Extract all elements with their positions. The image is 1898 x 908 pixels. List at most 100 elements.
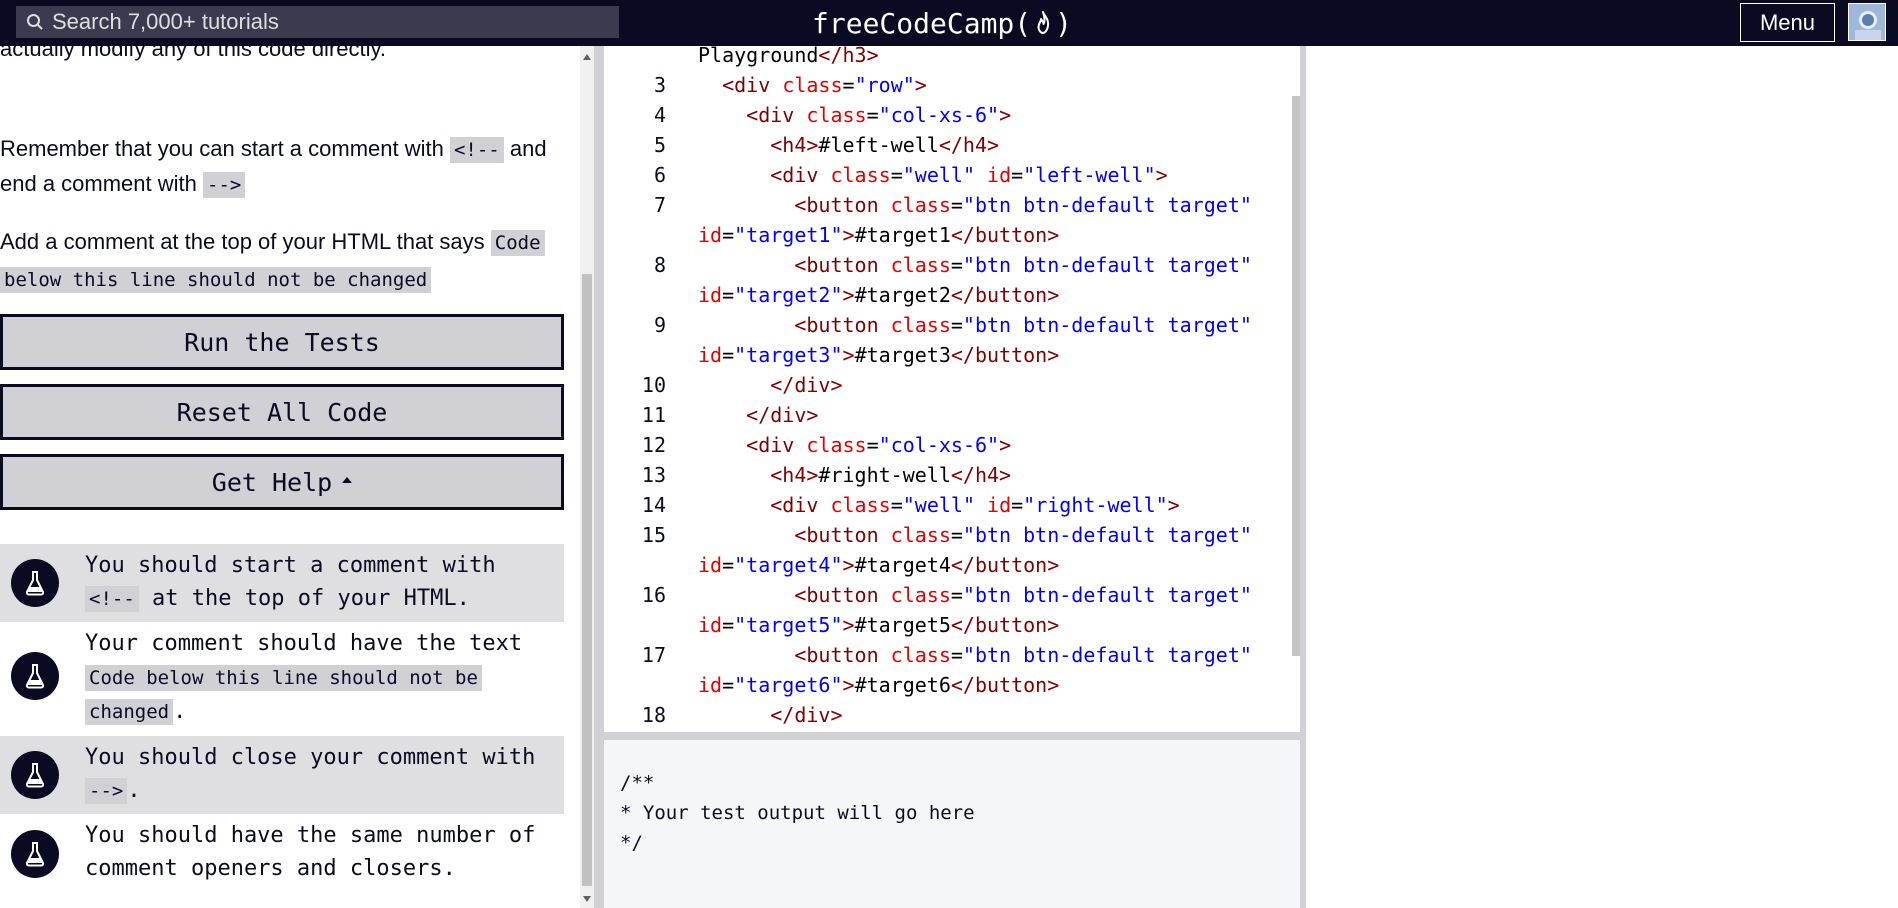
test-2-code-a: Code below this line should not be	[85, 665, 482, 691]
code-text[interactable]: <button class="btn btn-default target"	[698, 640, 1252, 670]
run-tests-button[interactable]: Run the Tests	[0, 314, 564, 370]
brand-logo[interactable]: freeCodeCamp( )	[812, 4, 1072, 42]
code-line[interactable]: id="target6">#target6</button>	[604, 670, 1294, 700]
test-output-console: /** * Your test output will go here */	[604, 740, 1300, 908]
code-text[interactable]: id="target4">#target4</button>	[698, 550, 1059, 580]
code-text[interactable]: <h4>#right-well</h4>	[698, 460, 1011, 490]
search-bar[interactable]	[16, 6, 619, 38]
editor-output-resizer[interactable]	[604, 732, 1300, 740]
code-text[interactable]: <button class="btn btn-default target"	[698, 310, 1252, 340]
search-icon	[26, 13, 44, 31]
scroll-down-arrow-icon[interactable]	[583, 896, 591, 902]
get-help-button[interactable]: Get Help	[0, 454, 564, 510]
code-line[interactable]: 16 <button class="btn btn-default target…	[604, 580, 1294, 610]
p1-text-c: end a comment with	[0, 171, 197, 196]
code-line[interactable]: 11 </div>	[604, 400, 1294, 430]
code-line[interactable]: 18 </div>	[604, 700, 1294, 730]
output-line: /**	[620, 772, 655, 794]
code-line[interactable]: id="target5">#target5</button>	[604, 610, 1294, 640]
code-line[interactable]: 17 <button class="btn btn-default target…	[604, 640, 1294, 670]
flask-icon	[11, 830, 59, 878]
scroll-up-arrow-icon[interactable]	[583, 54, 591, 60]
test-4-text-b: comment openers and closers.	[85, 856, 456, 881]
test-4-text-a: You should have the same number of	[85, 823, 536, 848]
avatar[interactable]	[1848, 3, 1886, 41]
code-text[interactable]: </div>	[698, 400, 818, 430]
test-2-text-b: .	[173, 699, 187, 724]
code-text[interactable]: id="target5">#target5</button>	[698, 610, 1059, 640]
line-number: 15	[641, 523, 666, 547]
code-text[interactable]: id="target3">#target3</button>	[698, 340, 1059, 370]
code-text[interactable]: </div>	[698, 370, 842, 400]
pane-resizer[interactable]	[594, 46, 604, 908]
line-number: 9	[653, 313, 666, 337]
test-text: Your comment should have the text Code b…	[85, 627, 555, 729]
test-2-text-a: Your comment should have the text	[85, 631, 523, 656]
line-number: 5	[653, 133, 666, 157]
code-line[interactable]: 10 </div>	[604, 370, 1294, 400]
test-1-text-a: You should start a comment with	[85, 553, 496, 578]
code-text[interactable]: id="target1">#target1</button>	[698, 220, 1059, 250]
test-item: You should start a comment with <!-- at …	[0, 544, 564, 622]
code-text[interactable]: <h4>#left-well</h4>	[698, 130, 999, 160]
test-text: You should start a comment with <!-- at …	[85, 549, 555, 616]
code-line[interactable]: 13 <h4>#right-well</h4>	[604, 460, 1294, 490]
code-text[interactable]: <button class="btn btn-default target"	[698, 580, 1252, 610]
test-item: Your comment should have the text Code b…	[0, 622, 564, 734]
instructions-scrollbar[interactable]	[580, 46, 594, 908]
test-text: You should have the same number of comme…	[85, 819, 555, 885]
scrollbar-thumb[interactable]	[582, 274, 592, 886]
code-comment-text-2: below this line should not be changed	[0, 267, 432, 293]
code-line[interactable]: 3 <div class="row">	[604, 70, 1294, 100]
output-line: * Your test output will go here	[620, 802, 975, 824]
brand-paren-open: (	[1014, 6, 1032, 40]
brand-text: freeCodeCamp	[812, 6, 1015, 40]
code-text[interactable]: <div class="well" id="right-well">	[698, 490, 1179, 520]
code-comment-text-1: Code	[490, 230, 545, 256]
code-text[interactable]: <div class="col-xs-6">	[698, 100, 1011, 130]
test-item: You should close your comment with -->.	[0, 736, 564, 814]
code-line[interactable]: 15 <button class="btn btn-default target…	[604, 520, 1294, 550]
line-number: 4	[653, 103, 666, 127]
code-line[interactable]: 9 <button class="btn btn-default target"	[604, 310, 1294, 340]
line-number: 18	[641, 703, 666, 727]
code-text[interactable]: Playground</h3>	[698, 46, 879, 70]
code-line[interactable]: id="target4">#target4</button>	[604, 550, 1294, 580]
line-number: 8	[653, 253, 666, 277]
menu-button[interactable]: Menu	[1740, 3, 1835, 42]
code-text[interactable]: <button class="btn btn-default target"	[698, 190, 1252, 220]
editor-scrollbar-thumb[interactable]	[1292, 96, 1300, 656]
p1-text-a: Remember that you can start a comment wi…	[0, 136, 444, 161]
code-line[interactable]: id="target3">#target3</button>	[604, 340, 1294, 370]
code-line[interactable]: 4 <div class="col-xs-6">	[604, 100, 1294, 130]
code-text[interactable]: <div class="row">	[698, 70, 927, 100]
test-3-text-a: You should close your comment with	[85, 745, 536, 770]
flask-icon	[11, 652, 59, 700]
line-number: 17	[641, 643, 666, 667]
code-line[interactable]: 5 <h4>#left-well</h4>	[604, 130, 1294, 160]
code-text[interactable]: <button class="btn btn-default target"	[698, 250, 1252, 280]
code-line[interactable]: id="target1">#target1</button>	[604, 220, 1294, 250]
output-line: */	[620, 832, 643, 854]
test-item: You should have the same number of comme…	[0, 814, 564, 894]
get-help-label: Get Help	[211, 467, 333, 497]
code-text[interactable]: id="target6">#target6</button>	[698, 670, 1059, 700]
code-comment-open: <!--	[449, 137, 504, 163]
code-text[interactable]: <div class="col-xs-6">	[698, 430, 1011, 460]
code-text[interactable]: <button class="btn btn-default target"	[698, 520, 1252, 550]
reset-code-button[interactable]: Reset All Code	[0, 384, 564, 440]
code-text[interactable]: <div class="well" id="left-well">	[698, 160, 1167, 190]
code-line[interactable]: 14 <div class="well" id="right-well">	[604, 490, 1294, 520]
code-line[interactable]: Playground</h3>	[604, 46, 1294, 70]
code-line[interactable]: 7 <button class="btn btn-default target"	[604, 190, 1294, 220]
code-text[interactable]: id="target2">#target2</button>	[698, 280, 1059, 310]
search-input[interactable]	[44, 6, 619, 38]
code-line[interactable]: 6 <div class="well" id="left-well">	[604, 160, 1294, 190]
code-line[interactable]: 8 <button class="btn btn-default target"	[604, 250, 1294, 280]
editor-scrollbar[interactable]	[1292, 46, 1300, 732]
code-text[interactable]: </div>	[698, 700, 842, 730]
code-line[interactable]: id="target2">#target2</button>	[604, 280, 1294, 310]
test-text: You should close your comment with -->.	[85, 741, 555, 808]
code-editor[interactable]: Playground</h3> 3 <div class="row"> 4 <div…	[604, 46, 1294, 732]
code-line[interactable]: 12 <div class="col-xs-6">	[604, 430, 1294, 460]
